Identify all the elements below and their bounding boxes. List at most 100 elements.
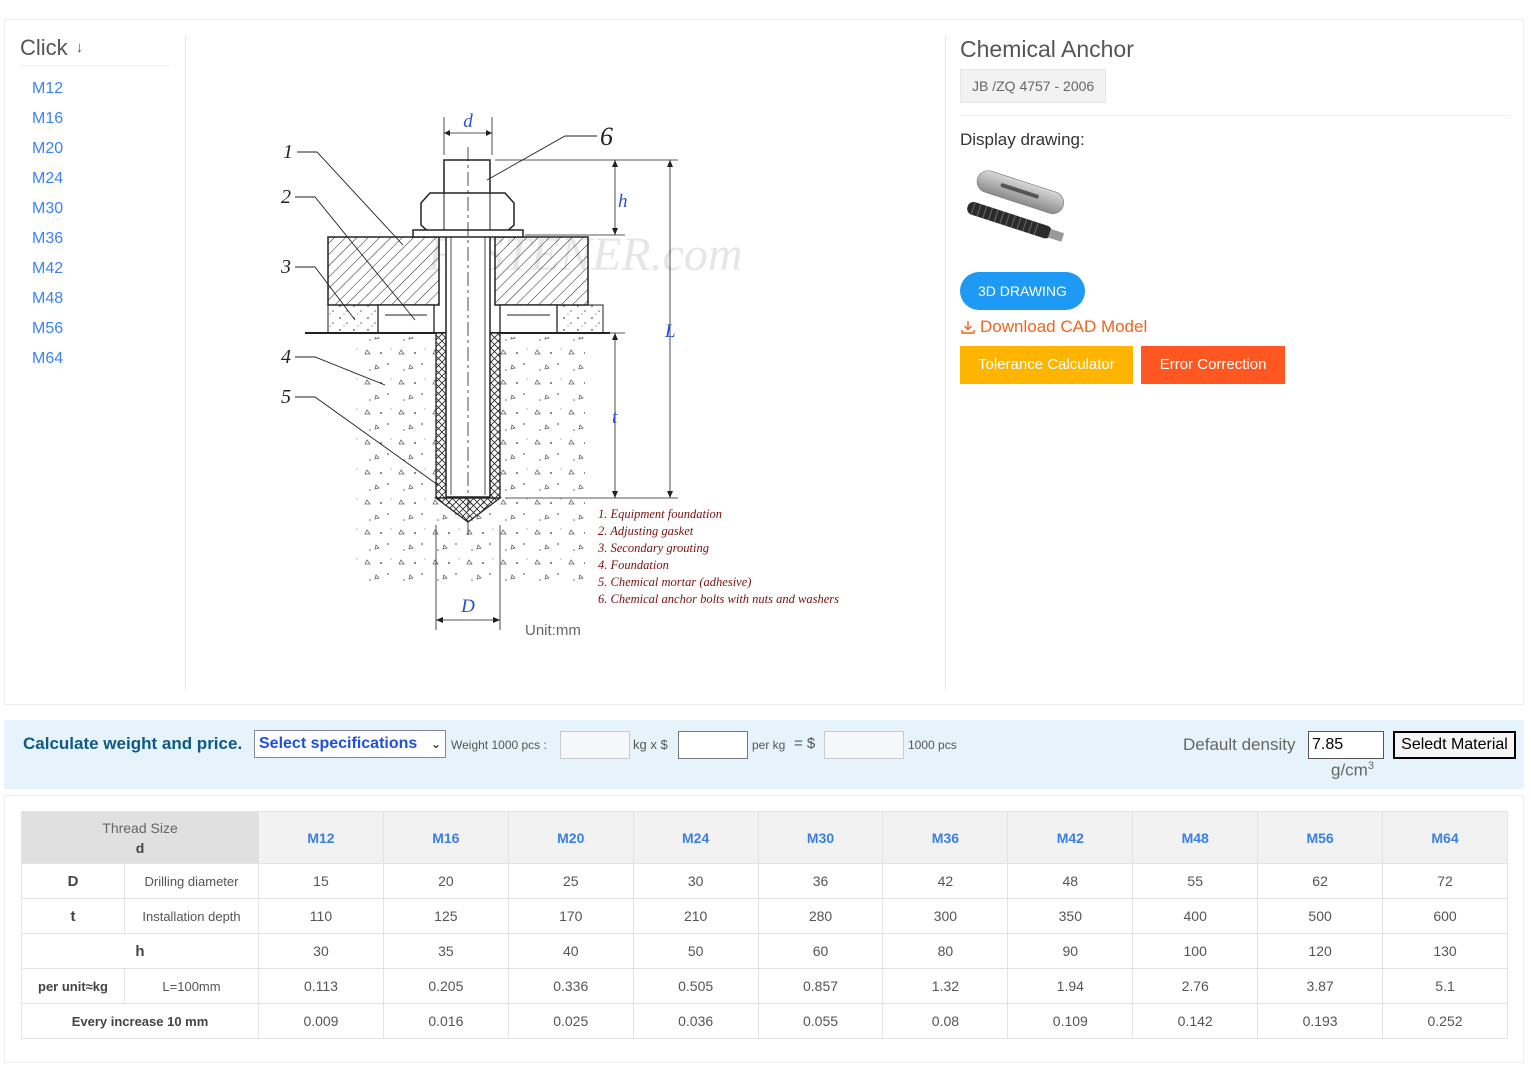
table-cell: 0.142 bbox=[1132, 1003, 1259, 1039]
download-cad-label: Download CAD Model bbox=[980, 317, 1148, 336]
right-divider bbox=[945, 36, 946, 690]
table-cell: 0.016 bbox=[382, 1003, 509, 1039]
callout-4: 4 bbox=[281, 346, 291, 368]
select-material-button[interactable]: Seledt Material bbox=[1393, 731, 1516, 759]
adjusting-gasket-right bbox=[499, 304, 558, 334]
size-link-m12[interactable]: M12 bbox=[20, 74, 170, 104]
table-row: Every increase 10 mm 0.009 0.016 0.025 0.036… bbox=[20, 1003, 1508, 1039]
size-header-m36[interactable]: M36 bbox=[882, 811, 1009, 864]
size-sidebar: Click ↓ M12 M16 M20 M24 M30 M36 M42 M48 M56 M64 bbox=[20, 34, 170, 690]
weight-output bbox=[560, 731, 630, 759]
left-divider bbox=[185, 36, 186, 690]
calculator-title: Calculate weight and price. bbox=[23, 734, 243, 753]
table-cell: 0.009 bbox=[258, 1003, 384, 1039]
thread-size-header: Thread Size d bbox=[20, 811, 260, 864]
density-input[interactable]: 7.85 bbox=[1308, 731, 1384, 759]
standard-badge: JB /ZQ 4757 - 2006 bbox=[960, 69, 1107, 103]
table-cell: 0.252 bbox=[1382, 1003, 1508, 1039]
size-link-m64[interactable]: M64 bbox=[20, 344, 170, 374]
dim-L-label: L bbox=[664, 321, 676, 342]
size-link-m20[interactable]: M20 bbox=[20, 134, 170, 164]
sidebar-title-text: Click bbox=[20, 34, 68, 60]
table-cell: 36 bbox=[757, 863, 884, 899]
product-title: Chemical Anchor bbox=[960, 36, 1134, 62]
weight-price-calculator: Calculate weight and price. Select speci… bbox=[4, 720, 1524, 789]
table-cell: 3.87 bbox=[1257, 968, 1384, 1004]
table-cell: 0.336 bbox=[507, 968, 634, 1004]
table-cell: 400 bbox=[1132, 898, 1259, 934]
table-cell: 50 bbox=[632, 933, 759, 969]
info-divider bbox=[960, 115, 1510, 116]
unit-label: Unit:mm bbox=[525, 622, 581, 639]
legend-item: 1. Equipment foundation bbox=[598, 507, 722, 521]
table-cell: 110 bbox=[258, 898, 384, 934]
equipment-foundation-left bbox=[327, 236, 440, 306]
size-link-m36[interactable]: M36 bbox=[20, 224, 170, 254]
table-cell: 25 bbox=[507, 863, 634, 899]
nut bbox=[420, 192, 515, 234]
specification-select[interactable]: Select specifications ⌄ bbox=[254, 730, 446, 758]
display-drawing-label: Display drawing: bbox=[960, 130, 1085, 149]
spec-table: Thread Size d M12 M16 M20 M24 M30 M36 M42 M48 M56… bbox=[20, 811, 1508, 1039]
size-header-m12[interactable]: M12 bbox=[258, 811, 384, 864]
3d-drawing-button[interactable]: 3D DRAWING bbox=[960, 272, 1085, 310]
dim-h-label: h bbox=[618, 191, 628, 212]
row-description: Drilling diameter bbox=[123, 863, 260, 899]
size-header-m56[interactable]: M56 bbox=[1257, 811, 1384, 864]
table-cell: 210 bbox=[632, 898, 759, 934]
bolt-end bbox=[443, 159, 491, 195]
size-link-m24[interactable]: M24 bbox=[20, 164, 170, 194]
download-cad-link[interactable]: Download CAD Model bbox=[960, 317, 1510, 337]
size-header-m20[interactable]: M20 bbox=[507, 811, 634, 864]
size-header-m16[interactable]: M16 bbox=[382, 811, 509, 864]
pcs-label: 1000 pcs bbox=[908, 738, 957, 752]
error-correction-button[interactable]: Error Correction bbox=[1140, 346, 1286, 384]
table-cell: 0.205 bbox=[382, 968, 509, 1004]
row-symbol: per unit≈kg bbox=[21, 968, 125, 1004]
tolerance-calculator-button[interactable]: Tolerance Calculator bbox=[960, 346, 1133, 384]
table-cell: 0.505 bbox=[632, 968, 759, 1004]
table-cell: 0.193 bbox=[1257, 1003, 1384, 1039]
table-cell: 15 bbox=[258, 863, 384, 899]
size-link-m48[interactable]: M48 bbox=[20, 284, 170, 314]
size-header-m24[interactable]: M24 bbox=[632, 811, 759, 864]
specification-select-value: Select specifications bbox=[259, 735, 418, 752]
weight-label: Weight 1000 pcs : bbox=[451, 738, 547, 752]
size-link-m30[interactable]: M30 bbox=[20, 194, 170, 224]
table-cell: 130 bbox=[1382, 933, 1508, 969]
table-cell: 0.857 bbox=[757, 968, 884, 1004]
table-cell: 42 bbox=[882, 863, 1009, 899]
callout-2: 2 bbox=[281, 186, 291, 208]
spec-table-card: Thread Size d M12 M16 M20 M24 M30 M36 M42 M48 M56… bbox=[4, 795, 1524, 1063]
secondary-grouting-right bbox=[556, 304, 604, 334]
chemical-mortar-right bbox=[490, 333, 500, 498]
table-cell: 55 bbox=[1132, 863, 1259, 899]
table-cell: 35 bbox=[382, 933, 509, 969]
callout-1: 1 bbox=[283, 141, 293, 163]
total-price-output bbox=[824, 731, 904, 759]
table-cell: 90 bbox=[1007, 933, 1134, 969]
table-cell: 170 bbox=[507, 898, 634, 934]
table-cell: 125 bbox=[382, 898, 509, 934]
table-cell: 30 bbox=[632, 863, 759, 899]
size-header-m64[interactable]: M64 bbox=[1382, 811, 1508, 864]
size-link-m16[interactable]: M16 bbox=[20, 104, 170, 134]
technical-drawing: FASTENER.com bbox=[280, 111, 839, 630]
table-cell: 62 bbox=[1257, 863, 1384, 899]
size-header-m42[interactable]: M42 bbox=[1007, 811, 1134, 864]
legend-item: 6. Chemical anchor bolts with nuts and w… bbox=[598, 592, 839, 606]
size-header-m30[interactable]: M30 bbox=[757, 811, 884, 864]
row-symbol: Every increase 10 mm bbox=[20, 1003, 260, 1039]
table-cell: 40 bbox=[507, 933, 634, 969]
price-per-kg-input[interactable] bbox=[678, 731, 748, 759]
table-cell: 5.1 bbox=[1382, 968, 1508, 1004]
size-header-m48[interactable]: M48 bbox=[1132, 811, 1259, 864]
anchor-thumbnail[interactable] bbox=[960, 166, 1072, 256]
table-cell: 0.025 bbox=[507, 1003, 634, 1039]
callout-5: 5 bbox=[281, 386, 291, 408]
size-link-m56[interactable]: M56 bbox=[20, 314, 170, 344]
table-row: per unit≈kg L=100mm 0.113 0.205 0.336 0.505 0.… bbox=[21, 968, 1508, 1004]
sidebar-title[interactable]: Click ↓ bbox=[20, 34, 170, 66]
size-link-m42[interactable]: M42 bbox=[20, 254, 170, 284]
dim-d-label: d bbox=[463, 111, 473, 132]
